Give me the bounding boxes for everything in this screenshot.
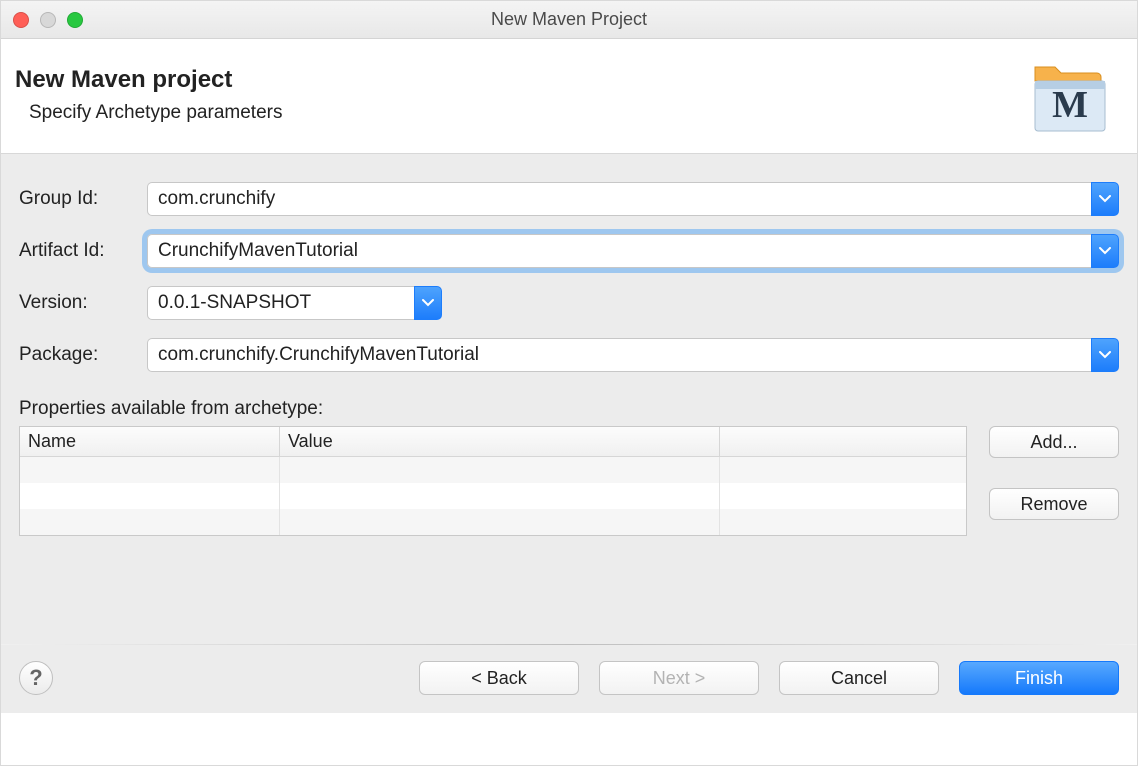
- properties-container: Name Value: [19, 426, 1119, 536]
- title-bar: New Maven Project: [1, 1, 1137, 39]
- package-row: Package:: [19, 338, 1119, 372]
- group-id-label: Group Id:: [19, 188, 147, 210]
- properties-table-body: [20, 457, 966, 535]
- artifact-id-dropdown-button[interactable]: [1091, 234, 1119, 268]
- wizard-nav-buttons: < Back Next > Cancel Finish: [419, 661, 1119, 695]
- properties-button-column: Add... Remove: [989, 426, 1119, 520]
- wizard-footer: ? < Back Next > Cancel Finish: [1, 645, 1137, 713]
- properties-header-name[interactable]: Name: [20, 427, 280, 456]
- properties-table-header: Name Value: [20, 427, 966, 457]
- package-input[interactable]: [147, 338, 1091, 372]
- wizard-title: New Maven project: [15, 66, 1025, 94]
- property-value-cell[interactable]: [280, 509, 720, 535]
- package-label: Package:: [19, 344, 147, 366]
- artifact-id-label: Artifact Id:: [19, 240, 147, 262]
- maven-folder-icon: M: [1025, 55, 1115, 135]
- property-name-cell[interactable]: [20, 457, 280, 483]
- next-button[interactable]: Next >: [599, 661, 759, 695]
- group-id-dropdown-button[interactable]: [1091, 182, 1119, 216]
- form-body: Group Id: Artifact Id: Version: Packag: [1, 154, 1137, 644]
- property-name-cell[interactable]: [20, 509, 280, 535]
- wizard-banner: New Maven project Specify Archetype para…: [1, 39, 1137, 154]
- artifact-id-combo[interactable]: [147, 234, 1119, 268]
- artifact-id-row: Artifact Id:: [19, 234, 1119, 268]
- property-value-cell[interactable]: [280, 483, 720, 509]
- help-button[interactable]: ?: [19, 661, 53, 695]
- property-value-cell[interactable]: [280, 457, 720, 483]
- group-id-input[interactable]: [147, 182, 1091, 216]
- table-row[interactable]: [20, 457, 966, 483]
- wizard-subtitle: Specify Archetype parameters: [29, 102, 1025, 124]
- package-combo[interactable]: [147, 338, 1119, 372]
- remove-property-button[interactable]: Remove: [989, 488, 1119, 520]
- group-id-row: Group Id:: [19, 182, 1119, 216]
- package-dropdown-button[interactable]: [1091, 338, 1119, 372]
- version-dropdown-button[interactable]: [414, 286, 442, 320]
- property-rest-cell: [720, 457, 966, 483]
- version-label: Version:: [19, 292, 147, 314]
- chevron-down-icon: [1099, 247, 1111, 255]
- window-title: New Maven Project: [1, 9, 1137, 30]
- svg-text:M: M: [1052, 84, 1088, 126]
- question-mark-icon: ?: [29, 665, 42, 691]
- properties-header-spacer: [720, 427, 966, 456]
- back-button[interactable]: < Back: [419, 661, 579, 695]
- add-property-button[interactable]: Add...: [989, 426, 1119, 458]
- chevron-down-icon: [1099, 351, 1111, 359]
- cancel-button[interactable]: Cancel: [779, 661, 939, 695]
- table-row[interactable]: [20, 483, 966, 509]
- artifact-id-input[interactable]: [147, 234, 1091, 268]
- group-id-combo[interactable]: [147, 182, 1119, 216]
- table-row[interactable]: [20, 509, 966, 535]
- property-rest-cell: [720, 483, 966, 509]
- version-row: Version:: [19, 286, 1119, 320]
- chevron-down-icon: [1099, 195, 1111, 203]
- version-input[interactable]: [147, 286, 414, 320]
- properties-table[interactable]: Name Value: [19, 426, 967, 536]
- chevron-down-icon: [422, 299, 434, 307]
- properties-label: Properties available from archetype:: [19, 398, 1119, 420]
- finish-button[interactable]: Finish: [959, 661, 1119, 695]
- property-name-cell[interactable]: [20, 483, 280, 509]
- version-combo[interactable]: [147, 286, 442, 320]
- property-rest-cell: [720, 509, 966, 535]
- properties-header-value[interactable]: Value: [280, 427, 720, 456]
